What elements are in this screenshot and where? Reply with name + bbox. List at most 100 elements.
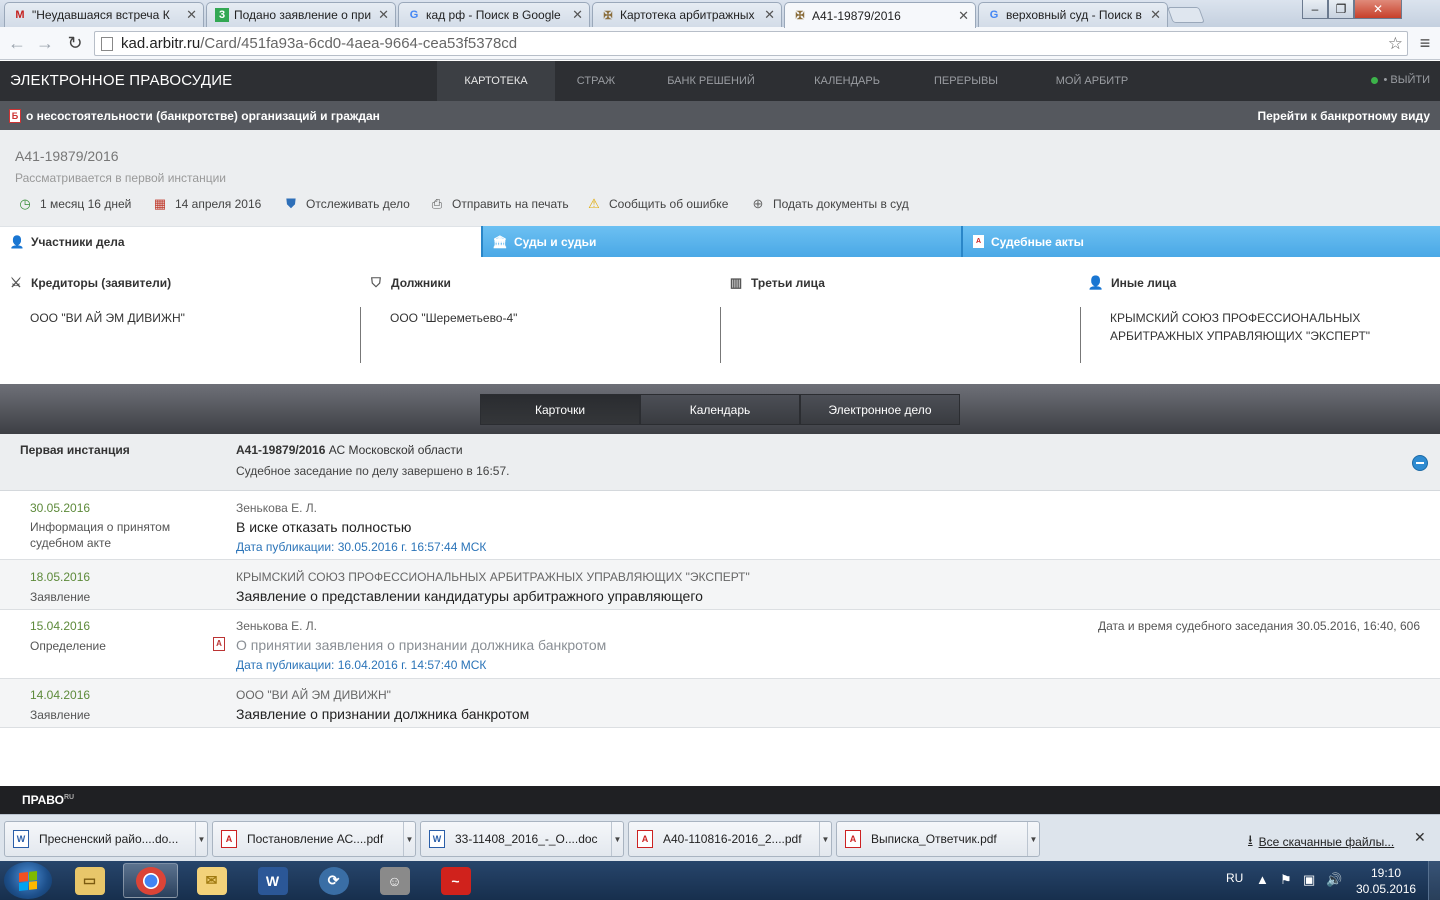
tab-courts-judges[interactable]: 🏛 Суды и судьи <box>481 226 961 257</box>
view-electronic-case-button[interactable]: Электронное дело <box>800 394 960 425</box>
case-header: А41-19879/2016 Рассматривается в первой … <box>0 130 1440 226</box>
instance-case-number[interactable]: А41-19879/2016 <box>236 443 325 457</box>
taskbar-explorer[interactable]: ▭ <box>62 863 117 898</box>
pdf-icon[interactable]: A <box>213 637 225 651</box>
person-icon: 👤 <box>1087 275 1105 290</box>
address-bar[interactable]: kad.arbitr.ru /Card/451fa93a-6cd0-4aea-9… <box>94 31 1408 56</box>
switch-view-link[interactable]: Перейти к банкротному виду <box>1257 109 1430 123</box>
chrome-menu-button[interactable]: ≡ <box>1414 32 1436 54</box>
system-clock[interactable]: 19:10 30.05.2016 <box>1356 865 1416 897</box>
case-start-date-label: 14 апреля 2016 <box>175 197 262 211</box>
all-downloads-link[interactable]: ⭳ Все скачанные файлы... <box>1248 831 1394 853</box>
forward-button[interactable]: → <box>34 32 56 54</box>
reload-button[interactable]: ↻ <box>64 32 86 54</box>
volume-icon[interactable]: 🔊 <box>1326 872 1342 888</box>
close-icon[interactable]: ✕ <box>764 7 775 23</box>
category-bar: Б о несостоятельности (банкротстве) орга… <box>0 101 1440 130</box>
case-duration: ◷ 1 месяц 16 дней <box>17 196 131 212</box>
back-button[interactable]: ← <box>6 32 28 54</box>
entry-document-link[interactable]: О принятии заявления о признании должник… <box>236 637 606 653</box>
taskbar-outlook[interactable]: ✉ <box>184 863 239 898</box>
logout-link[interactable]: • ВЫЙТИ <box>1370 74 1430 86</box>
debtor-name[interactable]: ООО "Шереметьево-4" <box>390 309 710 327</box>
nav-breaks[interactable]: ПЕРЕРЫВЫ <box>920 61 1012 101</box>
collapse-instance-button[interactable] <box>1412 455 1428 471</box>
close-icon[interactable]: ✕ <box>572 7 583 23</box>
browser-tab-1[interactable]: M "Неудавшаяся встреча К ✕ <box>4 2 204 27</box>
other-party-name[interactable]: КРЫМСКИЙ СОЮЗ ПРОФЕССИОНАЛЬНЫХ АРБИТРАЖН… <box>1110 309 1410 345</box>
site-logo[interactable]: ЭЛЕКТРОННОЕ ПРАВОСУДИЕ <box>10 72 232 89</box>
creditors-heading-label: Кредиторы (заявители) <box>31 276 172 290</box>
close-icon[interactable]: ✕ <box>186 7 197 23</box>
download-item[interactable]: A Постановление АС....pdf ▼ <box>212 821 416 857</box>
language-indicator[interactable]: RU <box>1226 871 1243 885</box>
print-button[interactable]: ⎙ Отправить на печать <box>429 196 569 212</box>
tab-participants[interactable]: 👤 Участники дела <box>0 226 481 257</box>
instance-header: Первая инстанция А41-19879/2016 АС Моско… <box>0 434 1440 491</box>
view-calendar-button[interactable]: Календарь <box>640 394 800 425</box>
flag-icon[interactable]: ⚑ <box>1280 872 1292 888</box>
download-item[interactable]: A Выписка_Ответчик.pdf ▼ <box>836 821 1040 857</box>
nav-strazh[interactable]: СТРАЖ <box>556 61 636 101</box>
download-item[interactable]: A А40-110816-2016_2....pdf ▼ <box>628 821 832 857</box>
participants-others: 👤 Иные лица КРЫМСКИЙ СОЮЗ ПРОФЕССИОНАЛЬН… <box>1088 257 1433 384</box>
clock-date: 30.05.2016 <box>1356 882 1417 896</box>
download-filename: Выписка_Ответчик.pdf <box>871 832 997 846</box>
close-icon[interactable]: ✕ <box>1150 7 1161 23</box>
restore-button[interactable]: ❐ <box>1328 0 1354 19</box>
nav-bank-decisions[interactable]: БАНК РЕШЕНИЙ <box>650 61 772 101</box>
taskbar-app-2[interactable]: ☺ <box>367 863 422 898</box>
taskbar-chrome[interactable] <box>123 863 178 898</box>
close-window-button[interactable]: ✕ <box>1354 0 1402 19</box>
browser-tab-2[interactable]: 3 Подано заявление о при ✕ <box>206 2 396 27</box>
taskbar-app[interactable]: ⟳ <box>306 863 361 898</box>
browser-tab-3[interactable]: G кад рф - Поиск в Google ✕ <box>398 2 590 27</box>
creditor-name[interactable]: ООО "ВИ АЙ ЭМ ДИВИЖН" <box>30 309 350 327</box>
nav-my-arbitr[interactable]: МОЙ АРБИТР <box>1040 61 1144 101</box>
page-icon <box>101 36 113 51</box>
close-icon[interactable]: ✕ <box>378 7 389 23</box>
start-button[interactable] <box>4 862 52 899</box>
instance-case: А41-19879/2016 АС Московской области <box>236 443 463 457</box>
network-icon[interactable]: ▣ <box>1303 872 1315 888</box>
participants-creditors: ⚔ Кредиторы (заявители) ООО "ВИ АЙ ЭМ ДИ… <box>8 257 360 384</box>
pdf-file-icon: A <box>637 830 653 848</box>
windows-logo-icon <box>19 870 37 891</box>
nav-kartoteka[interactable]: КАРТОТЕКА <box>437 61 555 101</box>
browser-tab-4[interactable]: ✠ Картотека арбитражных ✕ <box>592 2 782 27</box>
bookmark-star-icon[interactable]: ☆ <box>1388 34 1403 54</box>
creditors-heading: ⚔ Кредиторы (заявители) <box>8 275 171 291</box>
instance-note: Судебное заседание по делу завершено в 1… <box>236 464 510 478</box>
new-tab-button[interactable] <box>1167 7 1205 23</box>
minus-icon <box>1416 462 1424 464</box>
chevron-down-icon[interactable]: ▼ <box>1027 822 1039 856</box>
instance-court: АС Московской области <box>328 443 463 457</box>
entry-type: Заявление <box>30 708 91 722</box>
chevron-down-icon[interactable]: ▼ <box>403 822 415 856</box>
browser-tab-6[interactable]: G верховный суд - Поиск в ✕ <box>978 2 1168 27</box>
tab-court-acts-label: Судебные акты <box>991 234 1084 249</box>
chevron-down-icon[interactable]: ▼ <box>611 822 623 856</box>
nav-calendar[interactable]: КАЛЕНДАРЬ <box>800 61 894 101</box>
taskbar-app-3[interactable]: ~ <box>428 863 483 898</box>
url-host: kad.arbitr.ru <box>121 35 201 52</box>
download-item[interactable]: W 33-11408_2016_-_О....doc ▼ <box>420 821 624 857</box>
minimize-button[interactable]: ‒ <box>1302 0 1328 19</box>
download-item[interactable]: W Пресненский райо....do... ▼ <box>4 821 208 857</box>
report-error-button[interactable]: ⚠ Сообщить об ошибке <box>586 196 728 212</box>
taskbar-word[interactable]: W <box>245 863 300 898</box>
participants-third-parties: ▥ Третьи лица <box>728 257 1080 384</box>
submit-documents-button[interactable]: ⊕ Подать документы в суд <box>750 196 909 212</box>
track-case-button[interactable]: ⛊ Отслеживать дело <box>283 196 410 212</box>
pravo-logo[interactable]: ПРАВОRU <box>22 793 74 807</box>
close-shelf-button[interactable]: ✕ <box>1414 829 1426 846</box>
chevron-down-icon[interactable]: ▼ <box>195 822 207 856</box>
site-footer: ПРАВОRU <box>0 786 1440 814</box>
view-cards-button[interactable]: Карточки <box>480 394 640 425</box>
tab-court-acts[interactable]: A Судебные акты <box>961 226 1440 257</box>
close-icon[interactable]: ✕ <box>958 8 969 24</box>
browser-tab-5[interactable]: ✠ А41-19879/2016 ✕ <box>784 2 976 28</box>
tray-expand-icon[interactable]: ▲ <box>1256 872 1269 887</box>
chevron-down-icon[interactable]: ▼ <box>819 822 831 856</box>
show-desktop-button[interactable] <box>1428 861 1440 900</box>
